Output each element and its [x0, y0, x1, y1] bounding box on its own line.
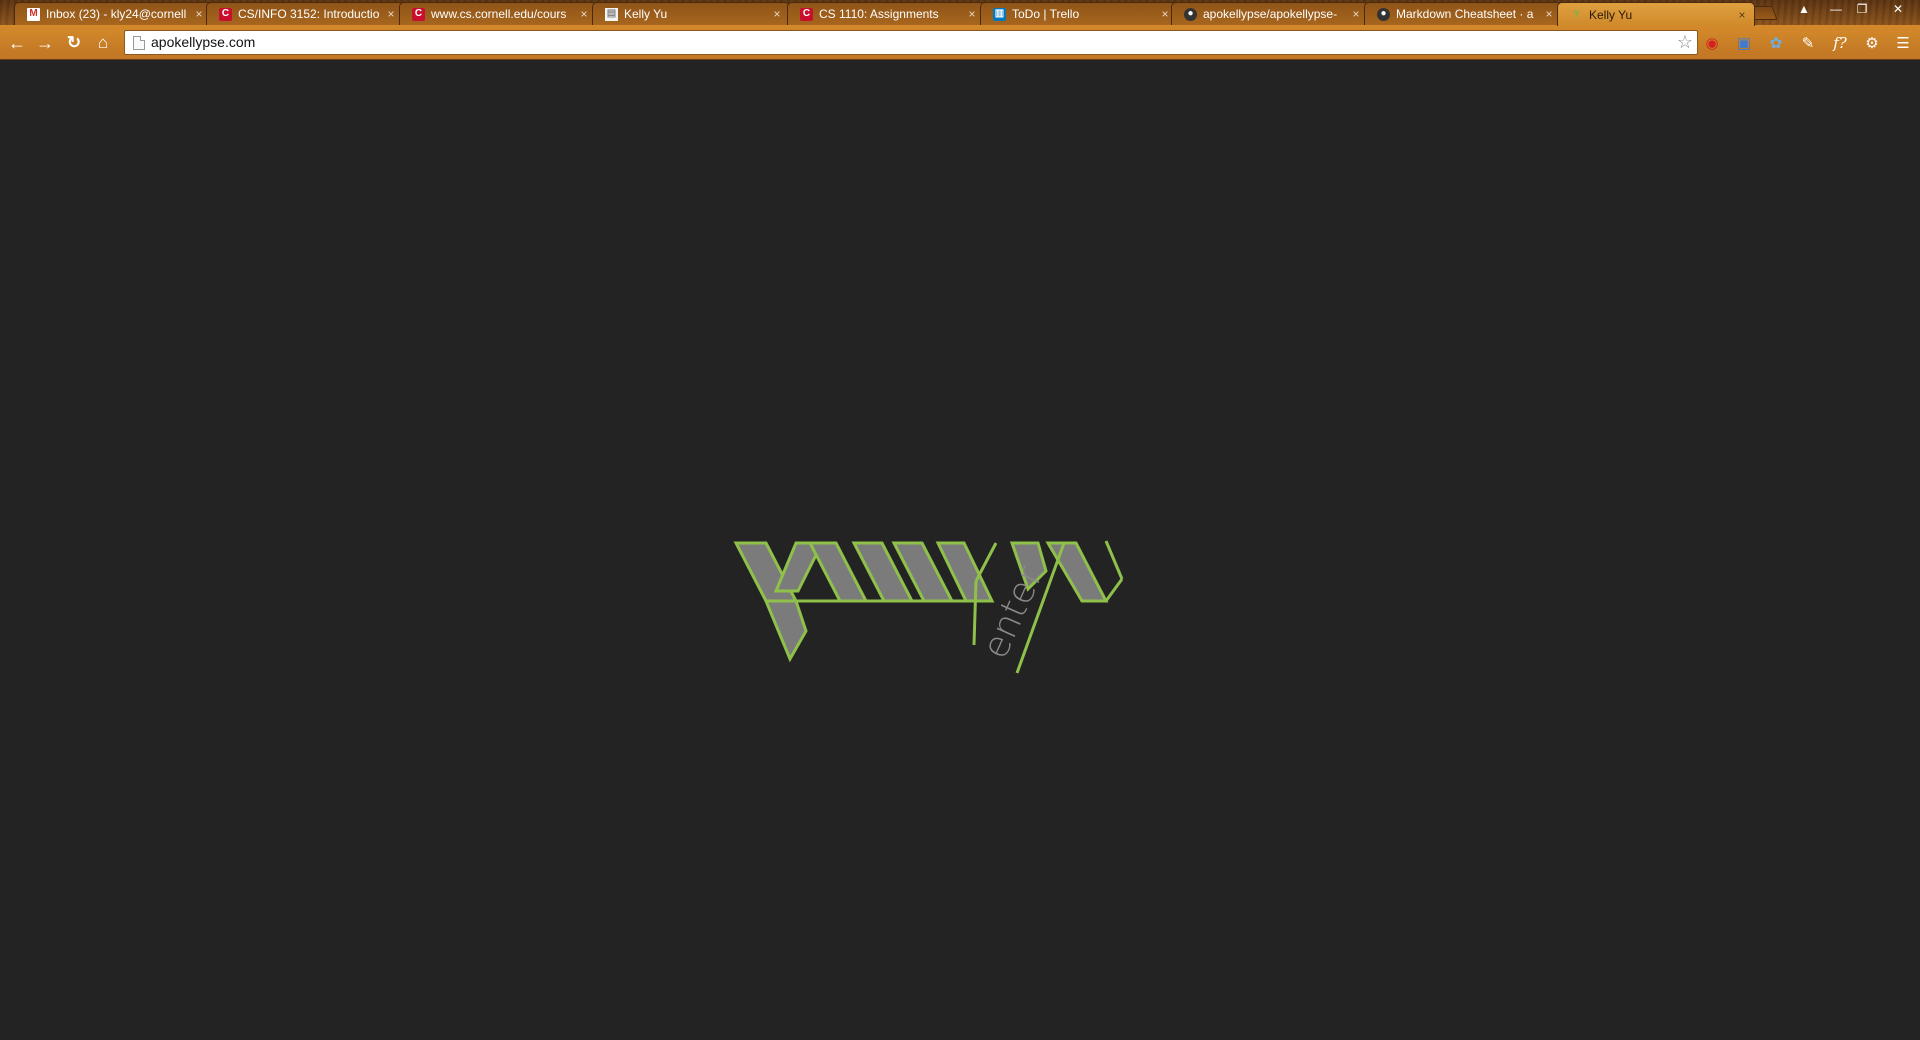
- kelly-yu-icon: Y: [1573, 8, 1580, 20]
- logo-u-right: [1104, 578, 1124, 602]
- tab-close-icon[interactable]: ×: [193, 7, 205, 21]
- url-text[interactable]: apokellypse.com: [151, 31, 1673, 54]
- tab-close-icon[interactable]: ×: [1543, 7, 1555, 21]
- home-button[interactable]: ⌂: [92, 32, 114, 54]
- tab-title: Kelly Yu: [1589, 7, 1633, 22]
- logo-graphic: enter: [733, 540, 1124, 674]
- minimize-button[interactable]: —: [1822, 0, 1850, 18]
- settings-icon[interactable]: ⚙: [1862, 33, 1882, 53]
- tab-close-icon[interactable]: ×: [771, 7, 783, 21]
- tab-8[interactable]: ● Markdown Cheatsheet · a ×: [1364, 2, 1562, 25]
- tweetdeck-icon[interactable]: ✿: [1766, 33, 1786, 53]
- logo-y1-tail: [972, 580, 978, 646]
- tab-close-icon[interactable]: ×: [578, 7, 590, 21]
- tab-close-icon[interactable]: ×: [385, 7, 397, 21]
- tab-title: apokellypse/apokellypse-: [1203, 7, 1338, 21]
- document-icon: ▤: [605, 7, 618, 21]
- page-content: enter: [0, 61, 1920, 1040]
- logo-y1-stem: [974, 542, 998, 582]
- menu-icon[interactable]: ☰: [1893, 33, 1913, 53]
- tab-2[interactable]: C CS/INFO 3152: Introductio ×: [206, 2, 404, 25]
- github-icon: ●: [1377, 7, 1390, 21]
- logo-bar-k2: [763, 599, 808, 663]
- formula-icon[interactable]: f?: [1830, 33, 1850, 53]
- tab-title: Inbox (23) - kly24@cornell: [46, 7, 187, 21]
- tab-title: CS 1110: Assignments: [819, 7, 939, 21]
- tab-6[interactable]: ▥ ToDo | Trello ×: [980, 2, 1178, 25]
- eyedropper-icon[interactable]: ✎: [1798, 33, 1818, 53]
- tab-title: Markdown Cheatsheet · a: [1396, 7, 1534, 21]
- tab-7[interactable]: ● apokellypse/apokellypse- ×: [1171, 2, 1369, 25]
- omnibox[interactable]: apokellypse.com ☆: [124, 30, 1698, 55]
- page-icon: [133, 35, 145, 50]
- cornell-cs-icon: C: [412, 7, 425, 21]
- cornell-cs-icon: C: [800, 7, 813, 21]
- tab-close-icon[interactable]: ×: [1350, 7, 1362, 21]
- logo-u-top: [1104, 540, 1124, 580]
- tab-title: Kelly Yu: [624, 7, 668, 21]
- profile-icon[interactable]: ▲: [1790, 0, 1818, 18]
- tab-close-icon[interactable]: ×: [966, 7, 978, 21]
- kelly-yu-logo[interactable]: enter: [732, 531, 1192, 686]
- tab-title: CS/INFO 3152: Introductio: [238, 7, 380, 21]
- browser-frame: M Inbox (23) - kly24@cornell × C CS/INFO 315…: [0, 0, 1920, 60]
- logo-bar-u1: [1045, 541, 1109, 603]
- tab-title: www.cs.cornell.edu/cours: [431, 7, 567, 21]
- tab-5[interactable]: C CS 1110: Assignments ×: [787, 2, 985, 25]
- restore-button[interactable]: ❐: [1848, 0, 1876, 18]
- github-icon: ●: [1184, 7, 1197, 21]
- adblock-icon[interactable]: ◉: [1702, 33, 1722, 53]
- tab-1[interactable]: M Inbox (23) - kly24@cornell ×: [14, 2, 212, 25]
- forward-button[interactable]: →: [34, 32, 56, 54]
- tab-9[interactable]: Y Kelly Yu ×: [1557, 2, 1755, 26]
- toolbar: ← → ↻ ⌂ apokellypse.com ☆ ◉ ▣ ✿ ✎ f? ⚙ ☰: [0, 25, 1920, 60]
- tab-title: ToDo | Trello: [1012, 7, 1080, 21]
- cornell-cs-icon: C: [219, 7, 232, 21]
- tab-4[interactable]: ▤ Kelly Yu ×: [592, 2, 790, 25]
- screen-capture-icon[interactable]: ▣: [1734, 33, 1754, 53]
- trello-icon: ▥: [993, 7, 1006, 21]
- tab-3[interactable]: Cwww.cs.cornell.edu/cours ×: [399, 2, 597, 25]
- tab-close-icon[interactable]: ×: [1736, 8, 1748, 22]
- bookmark-star-icon[interactable]: ☆: [1673, 32, 1697, 53]
- tab-strip: M Inbox (23) - kly24@cornell × C CS/INFO 315…: [0, 0, 1920, 26]
- close-window-button[interactable]: ✕: [1880, 0, 1916, 18]
- back-button[interactable]: ←: [6, 32, 28, 54]
- gmail-icon: M: [27, 7, 40, 21]
- reload-button[interactable]: ↻: [63, 32, 85, 54]
- tab-close-icon[interactable]: ×: [1159, 7, 1171, 21]
